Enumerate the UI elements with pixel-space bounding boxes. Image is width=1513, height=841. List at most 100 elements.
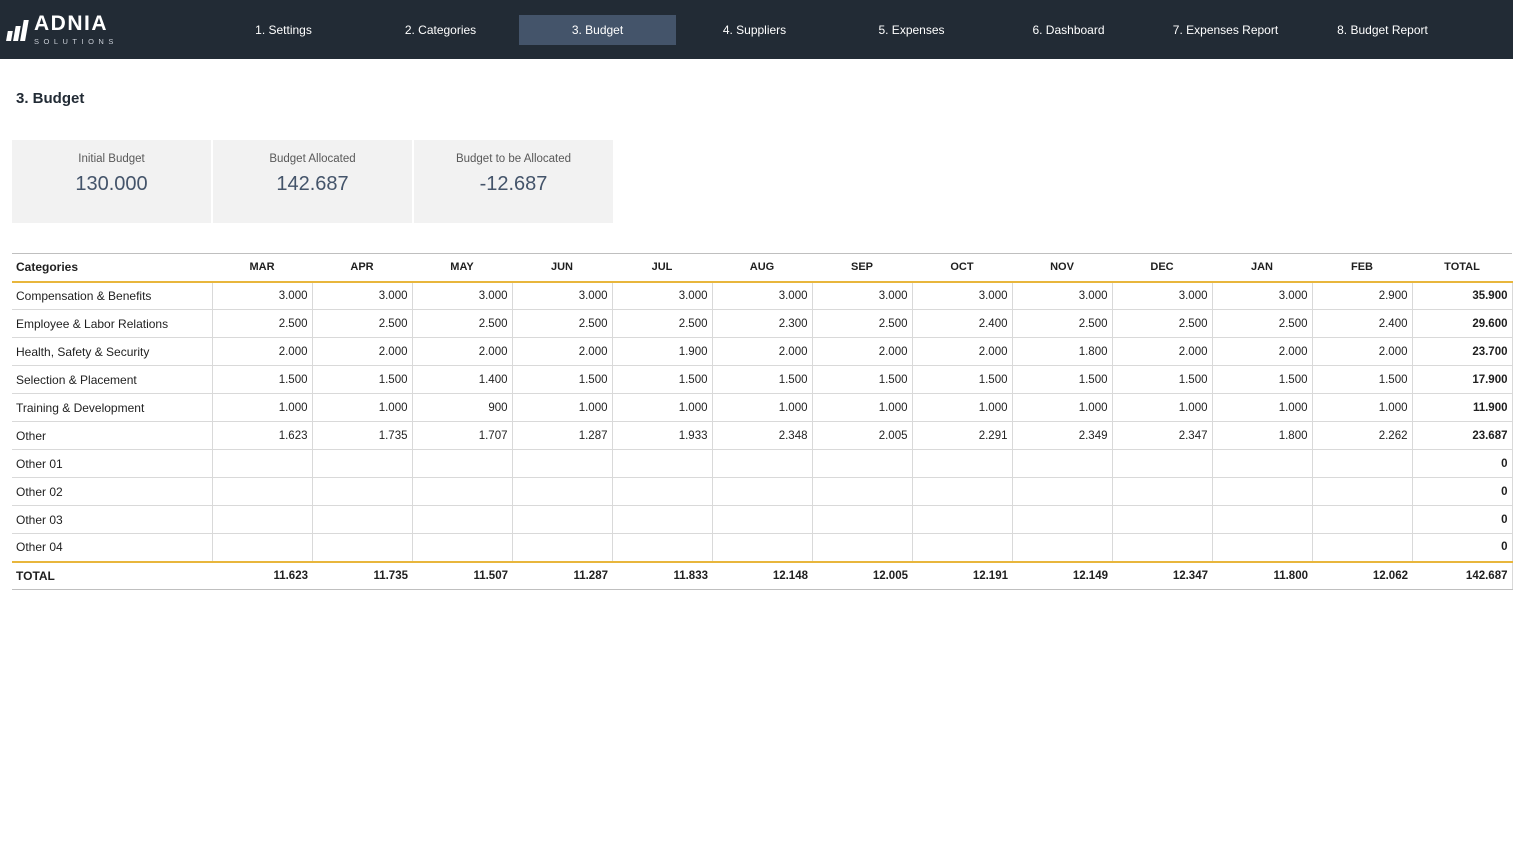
value-cell[interactable]: 3.000 — [1112, 282, 1212, 310]
value-cell[interactable]: 1.900 — [612, 338, 712, 366]
tab-dashboard[interactable]: 6. Dashboard — [990, 15, 1147, 45]
value-cell[interactable]: 1.000 — [1212, 394, 1312, 422]
value-cell[interactable] — [812, 534, 912, 562]
category-cell[interactable]: Other 02 — [12, 478, 212, 506]
value-cell[interactable]: 2.000 — [712, 338, 812, 366]
value-cell[interactable]: 1.500 — [812, 366, 912, 394]
value-cell[interactable] — [412, 506, 512, 534]
value-cell[interactable] — [612, 450, 712, 478]
value-cell[interactable]: 1.500 — [612, 366, 712, 394]
value-cell[interactable] — [1312, 450, 1412, 478]
value-cell[interactable]: 2.000 — [512, 338, 612, 366]
value-cell[interactable]: 1.500 — [312, 366, 412, 394]
value-cell[interactable]: 2.500 — [612, 310, 712, 338]
value-cell[interactable] — [912, 534, 1012, 562]
value-cell[interactable]: 3.000 — [512, 282, 612, 310]
value-cell[interactable]: 1.000 — [712, 394, 812, 422]
value-cell[interactable]: 2.347 — [1112, 422, 1212, 450]
tab-budget[interactable]: 3. Budget — [519, 15, 676, 45]
value-cell[interactable]: 2.500 — [312, 310, 412, 338]
value-cell[interactable] — [912, 450, 1012, 478]
value-cell[interactable] — [212, 450, 312, 478]
value-cell[interactable]: 1.000 — [1112, 394, 1212, 422]
tab-settings[interactable]: 1. Settings — [205, 15, 362, 45]
value-cell[interactable]: 2.000 — [912, 338, 1012, 366]
value-cell[interactable]: 2.349 — [1012, 422, 1112, 450]
value-cell[interactable]: 1.000 — [912, 394, 1012, 422]
value-cell[interactable]: 900 — [412, 394, 512, 422]
value-cell[interactable] — [912, 506, 1012, 534]
value-cell[interactable] — [812, 506, 912, 534]
tab-suppliers[interactable]: 4. Suppliers — [676, 15, 833, 45]
value-cell[interactable]: 2.500 — [412, 310, 512, 338]
value-cell[interactable]: 1.800 — [1212, 422, 1312, 450]
value-cell[interactable] — [1212, 450, 1312, 478]
value-cell[interactable]: 1.800 — [1012, 338, 1112, 366]
value-cell[interactable]: 1.623 — [212, 422, 312, 450]
value-cell[interactable] — [1112, 450, 1212, 478]
value-cell[interactable] — [1112, 478, 1212, 506]
category-cell[interactable]: Health, Safety & Security — [12, 338, 212, 366]
value-cell[interactable]: 2.262 — [1312, 422, 1412, 450]
value-cell[interactable]: 2.900 — [1312, 282, 1412, 310]
value-cell[interactable] — [1312, 506, 1412, 534]
value-cell[interactable]: 3.000 — [412, 282, 512, 310]
value-cell[interactable]: 1.000 — [612, 394, 712, 422]
value-cell[interactable] — [1212, 534, 1312, 562]
value-cell[interactable]: 2.400 — [1312, 310, 1412, 338]
category-cell[interactable]: Other 03 — [12, 506, 212, 534]
value-cell[interactable] — [612, 534, 712, 562]
value-cell[interactable]: 2.000 — [412, 338, 512, 366]
value-cell[interactable]: 1.933 — [612, 422, 712, 450]
value-cell[interactable]: 2.500 — [1112, 310, 1212, 338]
value-cell[interactable]: 1.735 — [312, 422, 412, 450]
value-cell[interactable] — [412, 450, 512, 478]
value-cell[interactable] — [312, 534, 412, 562]
tab-budget-report[interactable]: 8. Budget Report — [1304, 15, 1461, 45]
value-cell[interactable]: 1.000 — [1312, 394, 1412, 422]
value-cell[interactable]: 1.500 — [912, 366, 1012, 394]
value-cell[interactable]: 2.500 — [512, 310, 612, 338]
value-cell[interactable] — [1212, 478, 1312, 506]
value-cell[interactable] — [512, 506, 612, 534]
value-cell[interactable] — [612, 478, 712, 506]
value-cell[interactable]: 2.400 — [912, 310, 1012, 338]
value-cell[interactable]: 3.000 — [812, 282, 912, 310]
value-cell[interactable]: 3.000 — [312, 282, 412, 310]
value-cell[interactable] — [312, 450, 412, 478]
value-cell[interactable]: 1.500 — [712, 366, 812, 394]
value-cell[interactable]: 3.000 — [212, 282, 312, 310]
value-cell[interactable]: 1.000 — [212, 394, 312, 422]
value-cell[interactable] — [1112, 506, 1212, 534]
value-cell[interactable]: 2.300 — [712, 310, 812, 338]
value-cell[interactable]: 3.000 — [1212, 282, 1312, 310]
value-cell[interactable] — [312, 478, 412, 506]
value-cell[interactable] — [912, 478, 1012, 506]
value-cell[interactable] — [512, 534, 612, 562]
value-cell[interactable] — [1012, 450, 1112, 478]
value-cell[interactable]: 1.500 — [1112, 366, 1212, 394]
value-cell[interactable]: 2.000 — [1212, 338, 1312, 366]
value-cell[interactable]: 2.000 — [812, 338, 912, 366]
value-cell[interactable]: 3.000 — [912, 282, 1012, 310]
value-cell[interactable] — [212, 478, 312, 506]
tab-categories[interactable]: 2. Categories — [362, 15, 519, 45]
value-cell[interactable]: 1.500 — [512, 366, 612, 394]
value-cell[interactable]: 2.000 — [212, 338, 312, 366]
value-cell[interactable] — [712, 506, 812, 534]
tab-expenses[interactable]: 5. Expenses — [833, 15, 990, 45]
tab-expenses-report[interactable]: 7. Expenses Report — [1147, 15, 1304, 45]
value-cell[interactable]: 1.287 — [512, 422, 612, 450]
category-cell[interactable]: Other 04 — [12, 534, 212, 562]
value-cell[interactable]: 2.348 — [712, 422, 812, 450]
value-cell[interactable]: 3.000 — [1012, 282, 1112, 310]
value-cell[interactable]: 1.500 — [212, 366, 312, 394]
value-cell[interactable]: 2.500 — [1212, 310, 1312, 338]
value-cell[interactable]: 3.000 — [612, 282, 712, 310]
value-cell[interactable] — [212, 534, 312, 562]
category-cell[interactable]: Other — [12, 422, 212, 450]
value-cell[interactable] — [1112, 534, 1212, 562]
value-cell[interactable]: 2.000 — [1112, 338, 1212, 366]
value-cell[interactable] — [1012, 506, 1112, 534]
value-cell[interactable] — [1012, 478, 1112, 506]
